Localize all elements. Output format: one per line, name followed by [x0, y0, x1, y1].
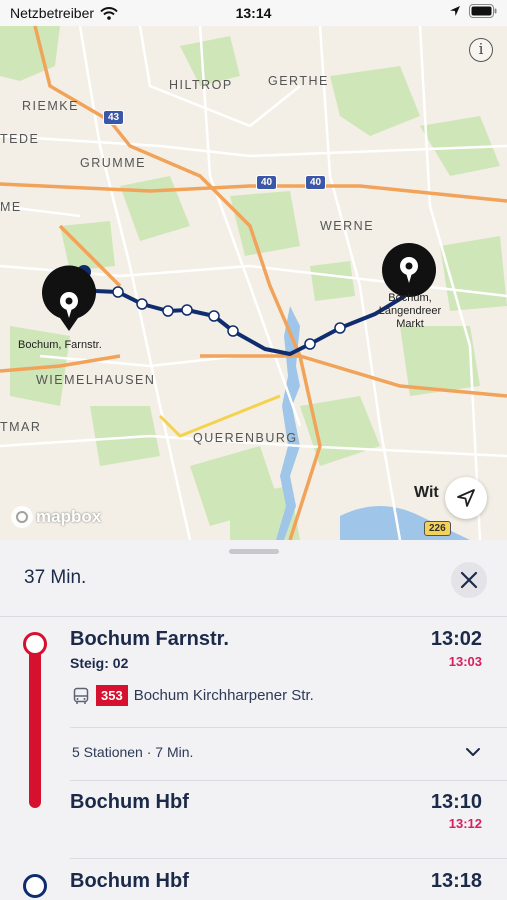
map-label-querenburg: QUERENBURG [193, 431, 298, 445]
close-icon [460, 571, 478, 589]
stop-marker-origin [23, 632, 47, 656]
line-info-row[interactable]: 353 Bochum Kirchharpener Str. [72, 685, 314, 706]
map-label-werne: WERNE [320, 219, 375, 233]
road-shield-a40-east: 40 [305, 175, 327, 190]
map-label-wiemelhausen: WIEMELHAUSEN [36, 373, 156, 387]
map-secondary-road [158, 394, 281, 438]
origin-label: Bochum, Farnstr. [18, 339, 102, 351]
map-label-wit: Wit [414, 484, 439, 501]
map-label-tmar: TMAR [0, 420, 42, 434]
transfer-departure-time: 13:18 [430, 870, 482, 892]
battery-icon [469, 4, 497, 18]
destination-label-line-2: Langendreer [378, 305, 442, 317]
destination-label-line-3: Markt [396, 318, 424, 330]
platform-label: Steig: 02 [70, 655, 129, 671]
stop-name-to[interactable]: Bochum Hbf [70, 791, 189, 814]
map-label-tede: TEDE [0, 132, 40, 146]
trip-duration: 37 Min. [24, 567, 87, 588]
destination-label-line-1: Bochum, [388, 292, 432, 304]
mapbox-logo: mapbox [11, 506, 101, 528]
segment-divider [70, 858, 507, 859]
departure-time-scheduled: 13:02 [430, 628, 482, 650]
map-label-gerthe: GERTHE [268, 74, 329, 88]
intermediate-stations-toggle[interactable]: 5 Stationen · 7 Min. [72, 744, 193, 760]
trip-detail-sheet: 37 Min. Bochum Farnstr. Steig: 02 13:02 … [0, 540, 507, 900]
arrival-time-scheduled: 13:10 [430, 791, 482, 813]
mapbox-logo-icon [11, 506, 33, 528]
status-right [449, 4, 497, 18]
stop-name-transfer[interactable]: Bochum Hbf [70, 870, 189, 893]
mapbox-wordmark: mapbox [36, 507, 102, 526]
sheet-grabber[interactable] [229, 549, 279, 554]
map-label-grumme: GRUMME [80, 156, 146, 170]
departure-time-realtime: 13:03 [448, 654, 482, 669]
road-shield-b226: 226 [424, 521, 451, 536]
line-direction: Bochum Kirchharpener Str. [133, 687, 314, 704]
stations-divider [70, 780, 507, 781]
status-time: 13:14 [235, 5, 272, 21]
route-map[interactable]: HILTROP GERTHE RIEMKE TEDE GRUMME ME WER… [0, 26, 507, 540]
arrival-time-realtime: 13:12 [448, 816, 482, 831]
map-label-riemke: RIEMKE [22, 99, 79, 113]
locate-button[interactable] [445, 477, 487, 519]
stop-marker-transfer [23, 874, 47, 898]
destination-pin-icon[interactable] [382, 243, 436, 297]
location-services-icon [450, 6, 460, 16]
status-bar: Netzbetreiber 13:14 [0, 0, 507, 26]
map-label-me: ME [0, 200, 22, 214]
line-number-badge: 353 [96, 685, 128, 706]
line-divider [70, 727, 507, 728]
destination-label: Bochum, Langendreer Markt [370, 292, 450, 331]
bus-icon [73, 687, 89, 704]
header-divider [0, 616, 507, 617]
road-shield-a43: 43 [103, 110, 125, 125]
chevron-down-icon[interactable] [465, 744, 481, 760]
segment-timeline-bar [29, 638, 41, 808]
info-icon[interactable]: i [469, 38, 493, 62]
stop-name-from[interactable]: Bochum Farnstr. [70, 628, 229, 651]
origin-pin-icon[interactable] [42, 265, 97, 331]
road-shield-a40-west: 40 [256, 175, 278, 190]
map-label-hiltrop: HILTROP [169, 78, 233, 92]
location-arrow-icon [457, 489, 475, 507]
close-button[interactable] [451, 562, 487, 598]
